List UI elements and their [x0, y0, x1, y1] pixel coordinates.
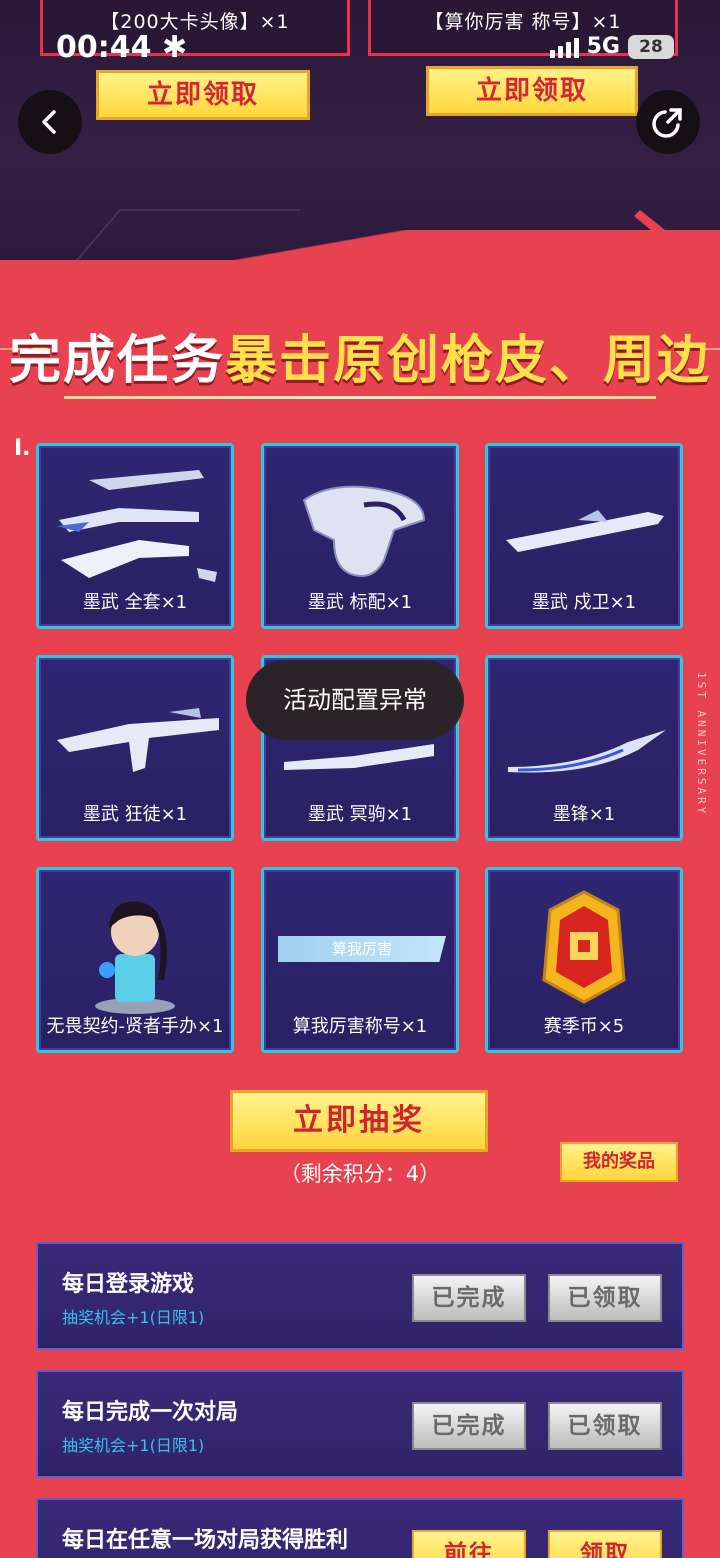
task-claim-button[interactable]: 已领取	[548, 1402, 662, 1450]
prize-label: 算我厉害称号×1	[292, 1016, 428, 1037]
task-claim-button[interactable]: 已领取	[548, 1274, 662, 1322]
rifle-icon	[57, 708, 219, 772]
clock: 00:44	[56, 30, 152, 65]
task-claim-button[interactable]: 领取	[548, 1530, 662, 1558]
prize-label: 无畏契约-贤者手办×1	[46, 1016, 224, 1037]
task-title: 每日登录游戏	[62, 1272, 195, 1297]
title-part-white: 完成任务	[8, 331, 225, 391]
prize-label: 墨武 戍卫×1	[531, 592, 637, 613]
status-time: 00:44 ✱	[56, 30, 187, 65]
back-button[interactable]	[18, 90, 82, 154]
task-row: 每日完成一次对局 抽奖机会+1(日限1) 已完成 已领取	[36, 1370, 684, 1478]
page-title: 完成任务暴击原创枪皮、周边	[0, 318, 720, 393]
title-part-yellow: 暴击原创枪皮、周边	[225, 331, 712, 391]
task-row: 每日登录游戏 抽奖机会+1(日限1) 已完成 已领取	[36, 1242, 684, 1350]
title-underline	[64, 396, 656, 399]
title-tag-icon: 算我厉害	[278, 936, 446, 962]
figure-icon	[95, 901, 175, 1014]
claim-button-left[interactable]: 立即领取	[96, 70, 310, 120]
banner-decor	[75, 209, 690, 260]
error-toast: 活动配置异常	[246, 660, 464, 740]
prize-card: 墨武 全套×1	[36, 443, 234, 629]
task-status-button[interactable]: 已完成	[412, 1402, 526, 1450]
task-subtitle: 抽奖机会+1(日限1)	[62, 1436, 205, 1455]
prize-label: 墨武 狂徒×1	[82, 804, 188, 825]
status-icons: 5G 28	[549, 34, 674, 59]
draw-button[interactable]: 立即抽奖	[230, 1090, 488, 1152]
prize-card: 赛季币×5	[485, 867, 683, 1053]
prize-label: 墨锋×1	[552, 804, 616, 825]
prize-card: 墨武 标配×1	[261, 443, 459, 629]
anniversary-text: 1ST ANNIVERSARY	[695, 672, 708, 817]
task-go-button[interactable]: 前往	[412, 1530, 526, 1558]
battery-icon: 28	[628, 34, 674, 59]
prize-label: 墨武 标配×1	[307, 592, 413, 613]
prize-card: 算我厉害 算我厉害称号×1	[261, 867, 459, 1053]
reward-label: 【算你厉害 称号】×1	[424, 11, 622, 33]
prize-card: 墨武 狂徒×1	[36, 655, 234, 841]
task-title: 每日在任意一场对局获得胜利	[62, 1528, 349, 1553]
prize-label: 赛季币×5	[543, 1016, 625, 1037]
prize-card: 墨锋×1	[485, 655, 683, 841]
network-type: 5G	[586, 34, 620, 59]
pistol-icon	[302, 485, 426, 577]
prize-card: 墨武 戍卫×1	[485, 443, 683, 629]
sync-icon: ✱	[151, 30, 188, 65]
task-title: 每日完成一次对局	[62, 1400, 239, 1425]
prize-label: 墨武 冥驹×1	[307, 804, 413, 825]
coin-icon	[542, 890, 626, 1004]
my-prizes-button[interactable]: 我的奖品	[560, 1142, 678, 1182]
prize-label: 墨武 全套×1	[82, 592, 188, 613]
claim-button-right[interactable]: 立即领取	[426, 66, 638, 116]
section-marker: I.	[14, 436, 31, 461]
task-subtitle: 抽奖机会+1(日限1)	[62, 1308, 205, 1327]
chevron-left-icon	[42, 110, 56, 134]
weapon-set-icon	[57, 470, 217, 582]
signal-icon	[549, 36, 579, 58]
rifle-icon	[506, 510, 664, 552]
prize-card: 无畏契约-贤者手办×1	[36, 867, 234, 1053]
blade-icon	[508, 730, 666, 773]
task-row: 每日在任意一场对局获得胜利 前往 领取	[36, 1498, 684, 1558]
share-button[interactable]	[636, 90, 700, 154]
share-icon	[652, 108, 682, 138]
task-status-button[interactable]: 已完成	[412, 1274, 526, 1322]
